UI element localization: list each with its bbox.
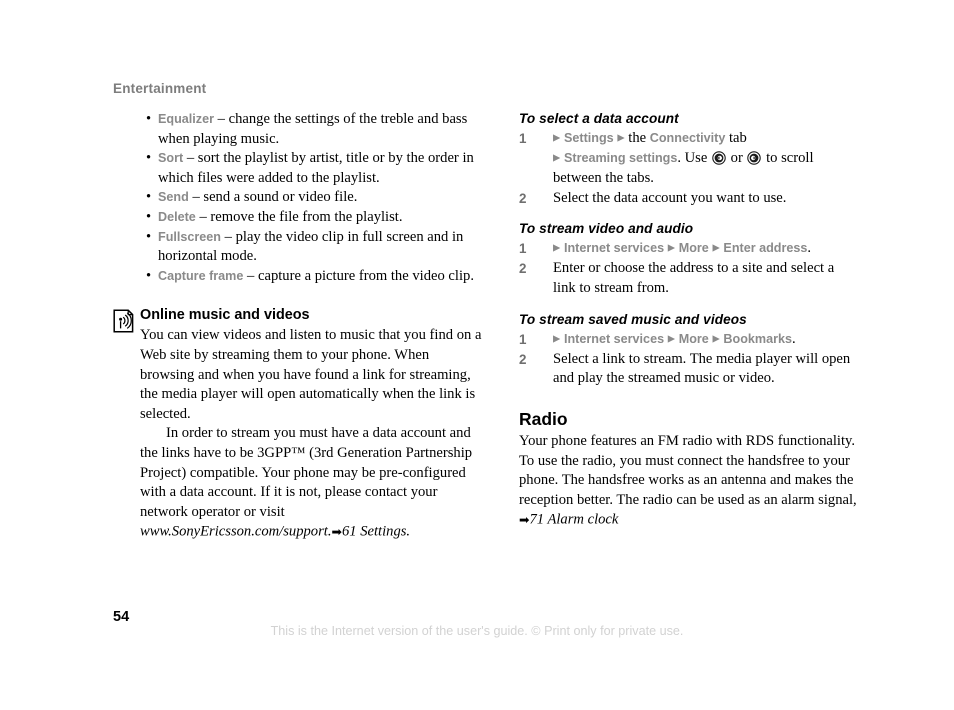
menu-arrow-icon: ▶ xyxy=(712,334,720,345)
option-description: – sort the playlist by artist, title or … xyxy=(158,150,474,186)
menu-keyword: Internet services xyxy=(563,241,665,256)
bullet-icon: • xyxy=(146,267,152,284)
paragraph-text: Your phone features an FM radio with RDS… xyxy=(519,432,857,508)
section-heading: Radio xyxy=(519,408,568,429)
cross-reference: 71 Alarm clock xyxy=(529,511,619,528)
procedure-steps: 1 ▶ Settings ▶ the Connectivity tab ▶ Stre… xyxy=(519,129,859,208)
step-number: 1 xyxy=(519,331,527,347)
bullet-icon: • xyxy=(146,111,152,127)
menu-keyword: More xyxy=(678,241,709,256)
procedure-select-data-account: To select a data account 1 ▶ Settings ▶ t… xyxy=(519,110,859,208)
menu-arrow-icon: ▶ xyxy=(667,334,676,345)
support-url: www.SonyEricsson.com/support. xyxy=(140,523,332,540)
option-term: Capture frame xyxy=(158,268,244,283)
option-description: – send a sound or video file. xyxy=(188,189,358,206)
section-paragraph-2: In order to stream you must have a data … xyxy=(140,424,483,542)
paragraph-text: In order to stream you must have a data … xyxy=(140,425,473,520)
menu-arrow-icon: ▶ xyxy=(553,334,561,345)
section-heading: Online music and videos xyxy=(140,307,310,324)
list-item: • Equalizer – change the settings of the … xyxy=(113,110,483,149)
step-text: . xyxy=(807,240,812,257)
option-term: Delete xyxy=(158,209,196,224)
menu-arrow-icon: ▶ xyxy=(712,243,720,254)
menu-keyword: More xyxy=(678,331,709,346)
bullet-icon: • xyxy=(146,189,152,206)
radio-paragraph: Your phone features an FM radio with RDS… xyxy=(519,432,859,530)
procedure-steps: 1 ▶ Internet services ▶ More ▶ Enter addr… xyxy=(519,239,859,298)
step-text: or xyxy=(727,150,747,167)
menu-arrow-icon: ▶ xyxy=(553,133,561,144)
menu-keyword: Internet services xyxy=(563,331,665,346)
step-number: 2 xyxy=(519,261,527,277)
list-item: 2 Select a link to stream. The media play… xyxy=(519,350,859,389)
radio-section: Radio Your phone features an FM radio wi… xyxy=(519,408,859,530)
procedure-heading: To stream saved music and videos xyxy=(519,311,747,327)
nav-key-right-icon xyxy=(747,151,762,165)
list-item: 2 Select the data account you want to use… xyxy=(519,189,859,209)
bullet-icon: • xyxy=(146,150,152,167)
procedure-heading: To select a data account xyxy=(519,111,679,126)
streaming-page-icon xyxy=(113,309,134,333)
list-item: • Send – send a sound or video file. xyxy=(113,188,483,208)
cross-reference: 61 Settings. xyxy=(341,523,411,540)
step-number: 2 xyxy=(519,351,527,367)
menu-keyword: Enter address xyxy=(723,241,808,256)
step-text: the xyxy=(624,130,650,146)
list-item: • Sort – sort the playlist by artist, tit… xyxy=(113,149,483,188)
list-item: • Delete – remove the file from the playl… xyxy=(113,208,483,228)
online-music-section: Online music and videos You can view vid… xyxy=(113,306,483,542)
menu-options-list: • Equalizer – change the settings of the … xyxy=(113,110,483,286)
menu-keyword: Bookmarks xyxy=(723,331,793,346)
menu-keyword: Connectivity xyxy=(649,131,726,145)
procedure-stream-saved-music: To stream saved music and videos 1 ▶ Inte… xyxy=(519,311,859,389)
step-number: 1 xyxy=(519,131,527,146)
bullet-icon: • xyxy=(146,228,152,245)
right-column: To select a data account 1 ▶ Settings ▶ t… xyxy=(519,110,859,530)
option-term: Fullscreen xyxy=(158,229,221,244)
cross-reference-arrow-icon: ➡ xyxy=(331,524,342,540)
left-column: • Equalizer – change the settings of the … xyxy=(113,110,483,542)
procedure-heading: To stream video and audio xyxy=(519,221,694,237)
list-item: 1 ▶ Settings ▶ the Connectivity tab ▶ Stre… xyxy=(519,129,859,189)
list-item: 1 ▶ Internet services ▶ More ▶ Enter addr… xyxy=(519,239,859,259)
footer-note: This is the Internet version of the user… xyxy=(270,624,684,638)
menu-keyword: Streaming settings xyxy=(563,151,678,166)
bullet-icon: • xyxy=(146,208,152,225)
section-paragraph: You can view videos and listen to music … xyxy=(140,327,482,422)
step-text: Select a link to stream. The media playe… xyxy=(553,350,851,387)
nav-key-left-icon xyxy=(712,151,726,165)
menu-keyword: Settings xyxy=(563,131,614,145)
list-item: • Capture frame – capture a picture from … xyxy=(113,267,483,287)
page-number: 54 xyxy=(113,609,130,625)
step-text: . xyxy=(792,330,796,347)
option-term: Sort xyxy=(158,151,184,166)
step-text: . Use xyxy=(677,150,711,167)
option-term: Send xyxy=(158,190,189,205)
option-description: – remove the file from the playlist. xyxy=(195,208,403,225)
menu-arrow-icon: ▶ xyxy=(553,243,561,254)
option-description: – capture a picture from the video clip. xyxy=(243,267,474,284)
step-number: 2 xyxy=(519,190,527,206)
list-item: 2 Enter or choose the address to a site a… xyxy=(519,259,859,298)
step-text: Enter or choose the address to a site an… xyxy=(553,260,835,297)
step-text: tab xyxy=(725,130,747,146)
list-item: 1 ▶ Internet services ▶ More ▶ Bookmarks. xyxy=(519,330,859,350)
cross-reference-arrow-icon: ➡ xyxy=(519,512,530,528)
list-item: • Fullscreen – play the video clip in ful… xyxy=(113,228,483,267)
procedure-stream-video-audio: To stream video and audio 1 ▶ Internet se… xyxy=(519,220,859,298)
menu-arrow-icon: ▶ xyxy=(667,243,676,254)
running-header: Entertainment xyxy=(113,81,207,96)
step-number: 1 xyxy=(519,241,527,257)
procedure-steps: 1 ▶ Internet services ▶ More ▶ Bookmarks.… xyxy=(519,330,859,389)
menu-arrow-icon: ▶ xyxy=(553,153,561,164)
step-text: Select the data account you want to use. xyxy=(553,189,787,206)
option-term: Equalizer xyxy=(158,112,214,126)
menu-arrow-icon: ▶ xyxy=(617,133,625,144)
document-page: Entertainment • Equalizer – change the se… xyxy=(0,0,954,710)
